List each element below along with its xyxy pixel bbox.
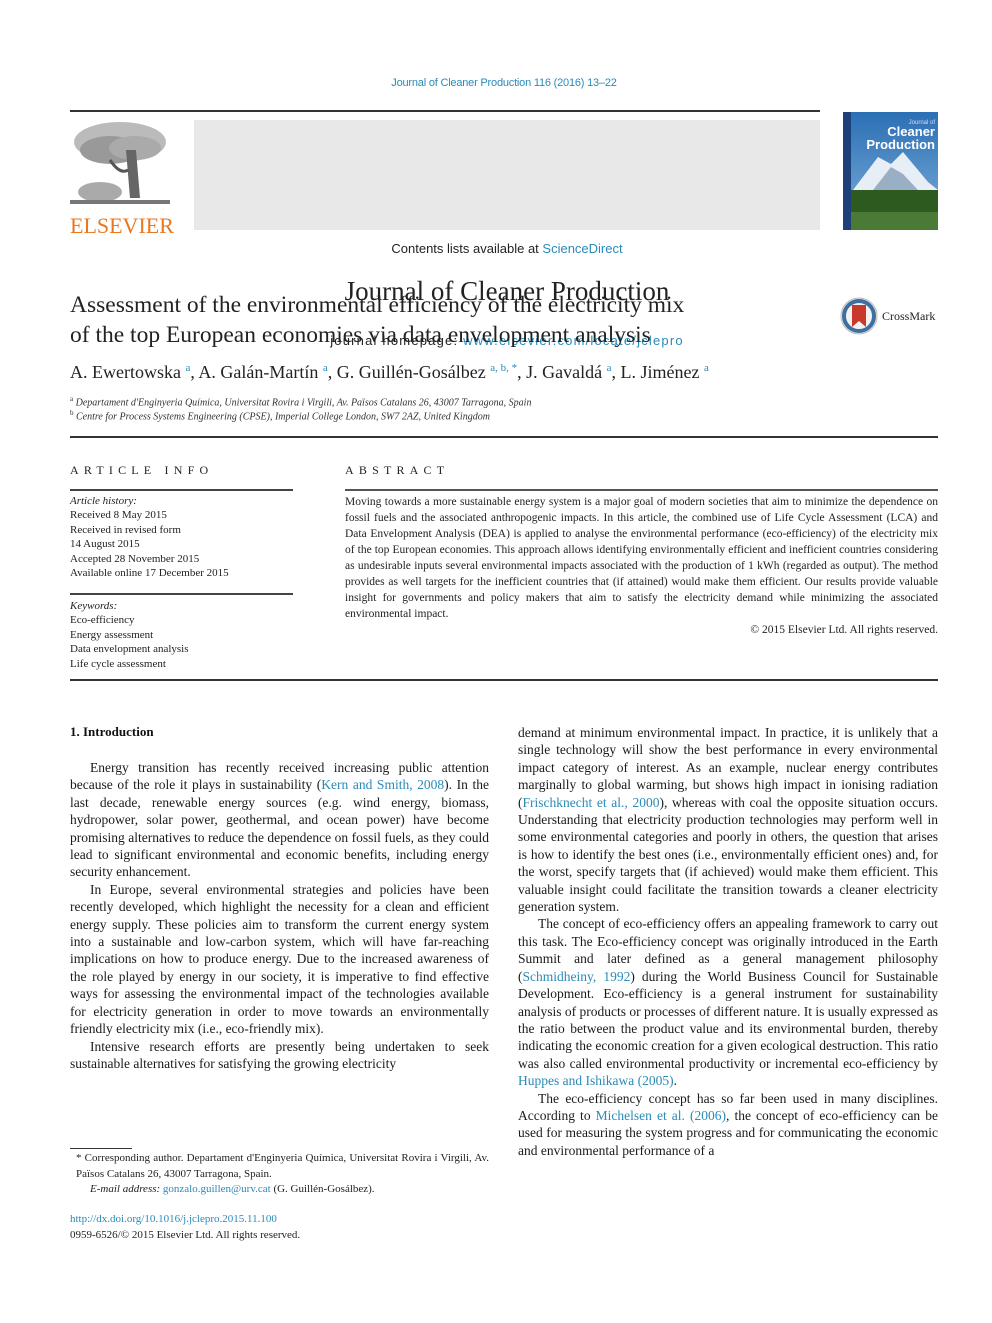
journal-cover-image: Journal of Cleaner Production [843, 112, 938, 230]
article-history-label: Article history: [70, 495, 137, 507]
footnote: * Corresponding author. Departament d'En… [70, 1151, 489, 1198]
history-item: 14 August 2015 [70, 538, 140, 551]
author[interactable]: J. Gavaldá a [526, 362, 611, 382]
footnote-rule [70, 1148, 132, 1149]
abstract-divider [70, 679, 938, 681]
abstract-copyright: © 2015 Elsevier Ltd. All rights reserved… [750, 624, 938, 636]
paragraph: Intensive research efforts are presently… [70, 1038, 489, 1071]
corresponding-author-note: * Corresponding author. Departament d'En… [76, 1152, 489, 1180]
citation-link[interactable]: Schmidheiny, 1992 [523, 969, 631, 984]
article-info-rule [70, 489, 293, 491]
article-title: Assessment of the environmental efficien… [70, 290, 810, 350]
keyword: Eco-efficiency [70, 614, 135, 627]
keyword: Life cycle assessment [70, 657, 166, 670]
affiliation-text: Departament d'Enginyeria Química, Univer… [75, 397, 532, 409]
doi-block: http://dx.doi.org/10.1016/j.jclepro.2015… [70, 1211, 300, 1243]
article-title-line-2: of the top European economies via data e… [70, 322, 651, 348]
affiliation-text: Centre for Process Systems Engineering (… [76, 411, 490, 423]
header-rule [70, 110, 820, 112]
abstract-body: Moving towards a more sustainable energy… [345, 494, 938, 638]
citation-link[interactable]: Frischknecht et al., 2000 [523, 795, 660, 810]
article-title-line-1: Assessment of the environmental efficien… [70, 292, 685, 318]
paragraph: demand at minimum environmental impact. … [518, 725, 938, 915]
paragraph: The eco-efficiency concept has so far be… [518, 1090, 939, 1158]
issn-copyright: 0959-6526/© 2015 Elsevier Ltd. All right… [70, 1229, 301, 1241]
citation-link[interactable]: Huppes and Ishikawa (2005) [518, 1073, 674, 1088]
abstract-rule [345, 489, 938, 491]
history-item: Available online 17 December 2015 [70, 567, 229, 580]
history-item: Received in revised form [70, 523, 181, 536]
author-affiliation-mark[interactable]: a [704, 362, 709, 374]
email-link[interactable]: gonzalo.guillen@urv.cat [163, 1183, 271, 1195]
title-divider [70, 436, 938, 438]
sciencedirect-link[interactable]: ScienceDirect [542, 241, 622, 256]
affiliation-mark: a [70, 395, 74, 403]
keywords-rule [70, 593, 293, 595]
author[interactable]: G. Guillén-Gosálbez a, b, * [337, 362, 517, 382]
body-column-right: demand at minimum environmental impact. … [518, 724, 938, 1159]
author[interactable]: A. Galán-Martín a [198, 362, 327, 382]
citation-link[interactable]: Michelsen et al. (2006) [596, 1108, 726, 1123]
affiliation-a: a Departament d'Enginyeria Química, Univ… [70, 395, 531, 408]
paragraph: Energy transition has recently received … [70, 760, 489, 880]
cover-production: Production [866, 137, 935, 152]
author[interactable]: L. Jiménez a [620, 362, 708, 382]
affiliation-mark: b [70, 409, 74, 417]
journal-cover[interactable]: Journal of Cleaner Production [843, 112, 938, 230]
history-item: Accepted 28 November 2015 [70, 552, 200, 565]
author-affiliation-mark[interactable]: a [185, 362, 190, 374]
affiliation-b: b Centre for Process Systems Engineering… [70, 409, 490, 422]
abstract-text: Moving towards a more sustainable energy… [345, 496, 938, 620]
email-owner: (G. Guillén-Gosálbez). [270, 1183, 375, 1195]
article-info-heading: ARTICLE INFO [70, 463, 214, 477]
contents-prefix: Contents lists available at [391, 241, 543, 256]
keyword: Data envelopment analysis [70, 643, 189, 656]
author-affiliation-mark[interactable]: a, b, * [490, 362, 517, 374]
elsevier-tree-icon [70, 120, 170, 208]
author[interactable]: A. Ewertowska a [70, 362, 190, 382]
elsevier-logo[interactable]: ELSEVIER [70, 120, 174, 237]
journal-reference-text[interactable]: Journal of Cleaner Production 116 (2016)… [391, 77, 617, 89]
doi-link[interactable]: http://dx.doi.org/10.1016/j.jclepro.2015… [70, 1213, 277, 1225]
citation-link[interactable]: Kern and Smith, 2008 [321, 777, 444, 792]
journal-banner: Contents lists available at ScienceDirec… [194, 120, 820, 348]
author-affiliation-mark[interactable]: a [607, 362, 612, 374]
article-history: Article history: Received 8 May 2015 Rec… [70, 494, 300, 580]
keywords: Keywords: Eco-efficiency Energy assessme… [70, 599, 300, 671]
crossmark-button[interactable]: CrossMark [840, 296, 950, 336]
crossmark-label: CrossMark [882, 308, 936, 323]
author-list: A. Ewertowska a, A. Galán-Martín a, G. G… [70, 362, 709, 382]
email-line: E-mail address: gonzalo.guillen@urv.cat … [70, 1182, 489, 1198]
email-label: E-mail address: [90, 1183, 163, 1195]
history-item: Received 8 May 2015 [70, 509, 167, 522]
elsevier-wordmark: ELSEVIER [70, 213, 174, 238]
author-affiliation-mark[interactable]: a [323, 362, 328, 374]
journal-reference[interactable]: Journal of Cleaner Production 116 (2016)… [0, 77, 992, 89]
abstract-heading: ABSTRACT [345, 463, 450, 477]
section-heading-introduction: 1. Introduction [70, 724, 154, 739]
keyword: Energy assessment [70, 628, 154, 641]
paragraph: The concept of eco-efficiency offers an … [518, 916, 939, 1089]
crossmark-icon [840, 297, 878, 335]
keywords-label: Keywords: [70, 600, 118, 612]
body-column-left: Energy transition has recently received … [70, 759, 489, 1072]
contents-line: Contents lists available at ScienceDirec… [194, 241, 820, 256]
paragraph: In Europe, several environmental strateg… [70, 881, 489, 1037]
